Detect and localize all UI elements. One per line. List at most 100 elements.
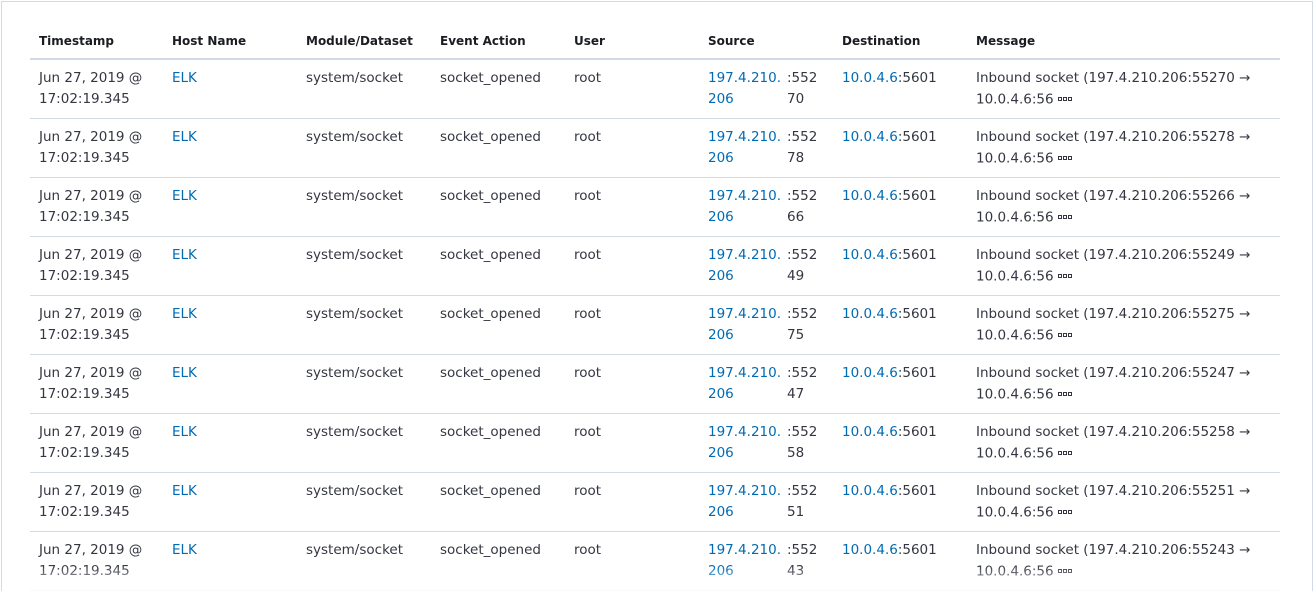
timestamp-cell: Jun 27, 2019 @ 17:02:19.345 (30, 473, 163, 531)
timestamp-cell: Jun 27, 2019 @ 17:02:19.345 (30, 178, 163, 236)
table-row: Jun 27, 2019 @ 17:02:19.345 ELK system/s… (30, 355, 1280, 414)
timestamp-time: 17:02:19.345 (39, 327, 130, 343)
message-cell: Inbound socket (197.4.210.206:55270 → 10… (967, 60, 1280, 118)
host-name-link[interactable]: ELK (172, 188, 197, 204)
timestamp-date: Jun 27, 2019 @ (39, 424, 143, 440)
message-text: 10.0.4.6:56 (976, 91, 1054, 108)
message-cell: Inbound socket (197.4.210.206:55275 → 10… (967, 296, 1280, 354)
message-line-2: 10.0.4.6:56 (976, 325, 1280, 347)
host-name-link[interactable]: ELK (172, 483, 197, 499)
column-header-module-dataset[interactable]: Module/Dataset (297, 34, 431, 48)
timestamp-time: 17:02:19.345 (39, 563, 130, 579)
table-row: Jun 27, 2019 @ 17:02:19.345 ELK system/s… (30, 532, 1280, 591)
host-name-link[interactable]: ELK (172, 424, 197, 440)
more-ellipsis-icon[interactable] (1057, 87, 1073, 108)
more-ellipsis-icon[interactable] (1057, 146, 1073, 167)
message-line-2: 10.0.4.6:56 (976, 502, 1280, 524)
destination-ip-link[interactable]: 10.0.4.6 (842, 542, 898, 558)
host-name-link[interactable]: ELK (172, 247, 197, 263)
user-cell: root (574, 247, 602, 263)
source-ip-link[interactable]: 197.4.210.206 (708, 540, 787, 582)
timestamp-time: 17:02:19.345 (39, 386, 130, 402)
destination-cell: 10.0.4.6:5601 (833, 60, 967, 118)
column-header-timestamp[interactable]: Timestamp (30, 34, 163, 48)
timestamp-cell: Jun 27, 2019 @ 17:02:19.345 (30, 296, 163, 354)
source-cell: 197.4.210.206 :55258 (699, 414, 833, 472)
source-ip-link[interactable]: 197.4.210.206 (708, 422, 787, 464)
more-ellipsis-icon[interactable] (1057, 323, 1073, 344)
host-name-link[interactable]: ELK (172, 70, 197, 86)
source-ip-link[interactable]: 197.4.210.206 (708, 127, 787, 169)
event-action-cell: socket_opened (440, 129, 541, 145)
message-text: 10.0.4.6:56 (976, 268, 1054, 285)
host-name-link[interactable]: ELK (172, 365, 197, 381)
destination-ip-link[interactable]: 10.0.4.6 (842, 129, 898, 145)
timestamp-date: Jun 27, 2019 @ (39, 247, 143, 263)
source-cell: 197.4.210.206 :55249 (699, 237, 833, 295)
column-header-source[interactable]: Source (699, 34, 833, 48)
destination-cell: 10.0.4.6:5601 (833, 355, 967, 413)
column-header-destination[interactable]: Destination (833, 34, 967, 48)
destination-port: :5601 (897, 70, 937, 86)
user-cell: root (574, 365, 602, 381)
source-port: :55266 (787, 188, 818, 225)
host-name-link[interactable]: ELK (172, 129, 197, 145)
user-cell: root (574, 542, 602, 558)
column-header-event-action[interactable]: Event Action (431, 34, 565, 48)
message-line-1: Inbound socket (197.4.210.206:55249 → (976, 247, 1251, 263)
more-ellipsis-icon[interactable] (1057, 205, 1073, 226)
more-ellipsis-icon[interactable] (1057, 382, 1073, 403)
source-cell: 197.4.210.206 :55247 (699, 355, 833, 413)
message-cell: Inbound socket (197.4.210.206:55243 → 10… (967, 532, 1280, 590)
source-cell: 197.4.210.206 :55278 (699, 119, 833, 177)
module-dataset-cell: system/socket (306, 483, 404, 499)
timestamp-time: 17:02:19.345 (39, 268, 130, 284)
destination-ip-link[interactable]: 10.0.4.6 (842, 188, 898, 204)
host-name-link[interactable]: ELK (172, 306, 197, 322)
user-cell: root (574, 306, 602, 322)
host-name-cell: ELK (163, 178, 297, 236)
column-header-user[interactable]: User (565, 34, 699, 48)
destination-ip-link[interactable]: 10.0.4.6 (842, 365, 898, 381)
user-cell: root (574, 129, 602, 145)
message-line-1: Inbound socket (197.4.210.206:55278 → (976, 129, 1251, 145)
table-row: Jun 27, 2019 @ 17:02:19.345 ELK system/s… (30, 473, 1280, 532)
host-name-link[interactable]: ELK (172, 542, 197, 558)
destination-cell: 10.0.4.6:5601 (833, 296, 967, 354)
more-ellipsis-icon[interactable] (1057, 441, 1073, 462)
destination-ip-link[interactable]: 10.0.4.6 (842, 306, 898, 322)
events-table: Timestamp Host Name Module/Dataset Event… (30, 24, 1280, 591)
event-action-cell: socket_opened (440, 188, 541, 204)
destination-ip-link[interactable]: 10.0.4.6 (842, 70, 898, 86)
destination-ip-link[interactable]: 10.0.4.6 (842, 424, 898, 440)
more-ellipsis-icon[interactable] (1057, 264, 1073, 285)
source-ip-link[interactable]: 197.4.210.206 (708, 186, 787, 228)
source-ip-link[interactable]: 197.4.210.206 (708, 481, 787, 523)
destination-ip-link[interactable]: 10.0.4.6 (842, 483, 898, 499)
source-ip-link[interactable]: 197.4.210.206 (708, 304, 787, 346)
host-name-cell: ELK (163, 473, 297, 531)
module-dataset-cell: system/socket (306, 129, 404, 145)
source-cell: 197.4.210.206 :55251 (699, 473, 833, 531)
source-port: :55270 (787, 70, 818, 107)
timestamp-time: 17:02:19.345 (39, 150, 130, 166)
column-header-message[interactable]: Message (967, 34, 1280, 48)
timestamp-cell: Jun 27, 2019 @ 17:02:19.345 (30, 414, 163, 472)
message-text: 10.0.4.6:56 (976, 386, 1054, 403)
more-ellipsis-icon[interactable] (1057, 559, 1073, 580)
event-action-cell: socket_opened (440, 424, 541, 440)
source-ip-link[interactable]: 197.4.210.206 (708, 363, 787, 405)
event-action-cell: socket_opened (440, 542, 541, 558)
message-line-1: Inbound socket (197.4.210.206:55258 → (976, 424, 1251, 440)
more-ellipsis-icon[interactable] (1057, 500, 1073, 521)
destination-ip-link[interactable]: 10.0.4.6 (842, 247, 898, 263)
destination-port: :5601 (897, 188, 937, 204)
source-ip-link[interactable]: 197.4.210.206 (708, 68, 787, 110)
source-port: :55275 (787, 306, 818, 343)
message-cell: Inbound socket (197.4.210.206:55278 → 10… (967, 119, 1280, 177)
column-header-host-name[interactable]: Host Name (163, 34, 297, 48)
message-cell: Inbound socket (197.4.210.206:55258 → 10… (967, 414, 1280, 472)
timestamp-date: Jun 27, 2019 @ (39, 129, 143, 145)
source-ip-link[interactable]: 197.4.210.206 (708, 245, 787, 287)
host-name-cell: ELK (163, 414, 297, 472)
